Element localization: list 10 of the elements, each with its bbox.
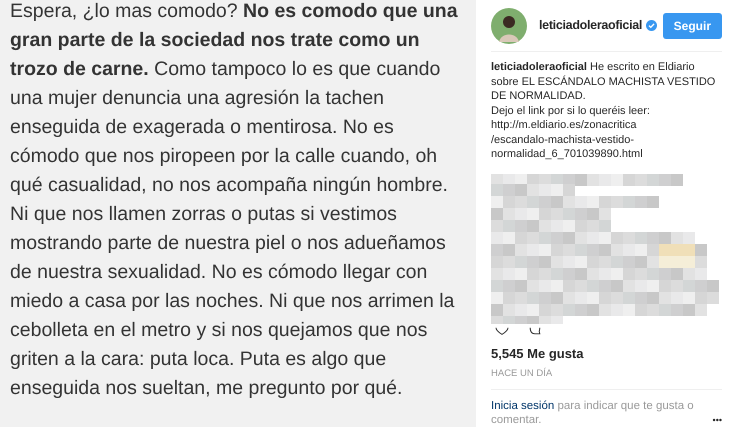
more-button[interactable]: ••• [712, 414, 722, 427]
timestamp: HACE UN DÍA [491, 367, 722, 390]
post-image-text: Espera, ¿lo mas comodo? No es comodo que una gran parte de la sociedad nos trate como un trozo de carne. Como tampoco lo es que cuando una mujer denuncia una agresión la tachen enseguida de exagerada o mentirosa. No es cómodo que nos piropeen por la calle cuando, oh qué casualidad, no nos acompaña ningún hombre. Ni que nos llamen zorras o putas si vestimos mostrando parte de nuestra piel o nos adueñamos de nuestra sexualidad. No es cómodo llegar con miedo a casa por las noches. Ni que nos arrimen la cebolleta en el metro y si nos quejamos que nos griten a la cara: puta loca. Puta es algo que enseguida nos sueltan, me pregunto por qué. [10, 0, 459, 401]
likes-count[interactable]: 5,545 Me gusta [491, 344, 722, 363]
username-link[interactable]: leticiadoleraoficial [539, 16, 642, 35]
login-link[interactable]: Inicia sesión [491, 400, 554, 412]
caption-text: leticiadoleraoficial He escrito en Eldiario sobre EL ESCÁNDALO MACHISTA VESTIDO DE NORMALIDAD. Dejo el link por si lo queréis leer: http://m.eldiario.es/zonacritica /escandalo-machista-vestido- normalidad_6_701039890.html [491, 60, 716, 162]
username-link[interactable]: leticiadoleraoficial [491, 61, 587, 73]
avatar[interactable] [491, 8, 527, 44]
login-prompt: Inicia sesión para indicar que te gusta o comentar. [491, 399, 695, 427]
